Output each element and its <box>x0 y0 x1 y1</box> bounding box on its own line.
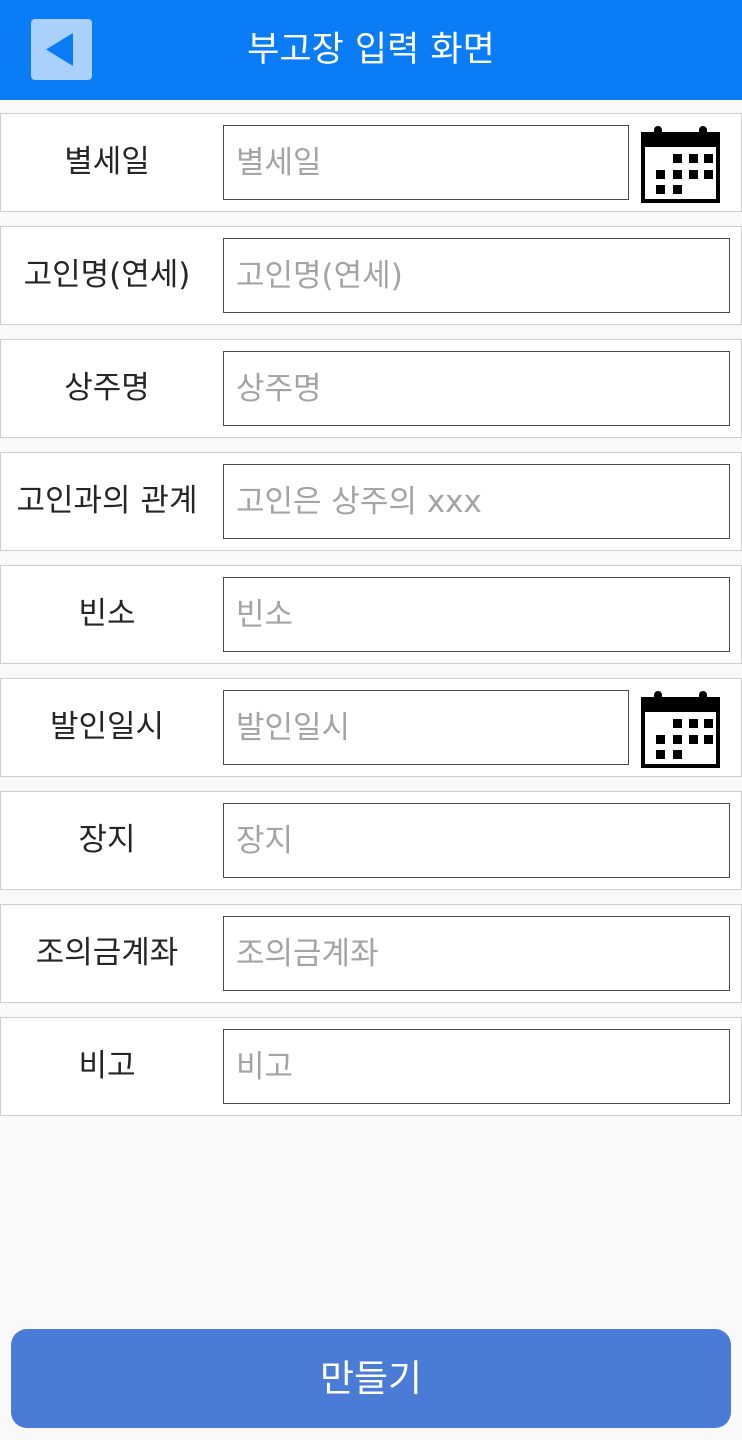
app-header: 부고장 입력 화면 <box>0 0 742 100</box>
page-title: 부고장 입력 화면 <box>247 30 495 70</box>
form-row-funeral-hall: 빈소 <box>0 565 742 664</box>
relationship-label: 고인과의 관계 <box>16 483 198 519</box>
procession-date-calendar-button[interactable] <box>641 689 720 768</box>
funeral-hall-input[interactable] <box>223 577 730 652</box>
chief-mourner-input[interactable] <box>223 351 730 426</box>
calendar-icon <box>641 691 720 768</box>
death-date-calendar-button[interactable] <box>641 124 720 203</box>
procession-date-input[interactable] <box>223 690 629 765</box>
burial-site-input[interactable] <box>223 803 730 878</box>
form-row-procession-date: 발인일시 <box>0 678 742 777</box>
form-row-death-date: 별세일 <box>0 113 742 212</box>
remarks-label: 비고 <box>78 1048 136 1084</box>
death-date-input[interactable] <box>223 125 629 200</box>
condolence-account-label: 조의금계좌 <box>35 935 179 971</box>
form-row-remarks: 비고 <box>0 1017 742 1116</box>
form-row-burial-site: 장지 <box>0 791 742 890</box>
burial-site-label: 장지 <box>78 822 136 858</box>
calendar-icon <box>641 126 720 203</box>
death-date-label: 별세일 <box>64 144 150 180</box>
form-row-chief-mourner: 상주명 <box>0 339 742 438</box>
form-row-deceased-name: 고인명(연세) <box>0 226 742 325</box>
chief-mourner-label: 상주명 <box>64 370 150 406</box>
funeral-hall-label: 빈소 <box>78 596 136 632</box>
relationship-input[interactable] <box>223 464 730 539</box>
remarks-input[interactable] <box>223 1029 730 1104</box>
deceased-name-input[interactable] <box>223 238 730 313</box>
form-row-relationship: 고인과의 관계 <box>0 452 742 551</box>
make-button[interactable]: 만들기 <box>11 1329 731 1428</box>
deceased-name-label: 고인명(연세) <box>23 257 191 293</box>
procession-date-label: 발인일시 <box>49 709 165 745</box>
condolence-account-input[interactable] <box>223 916 730 991</box>
form-row-condolence-account: 조의금계좌 <box>0 904 742 1003</box>
